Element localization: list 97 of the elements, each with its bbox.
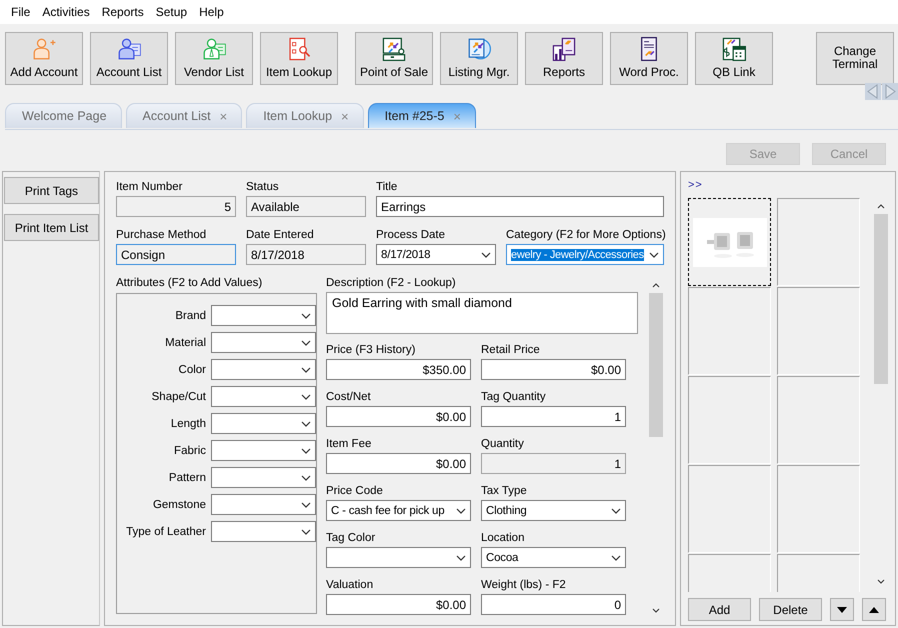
- chevron-icon: [456, 508, 466, 514]
- chevron-icon: [301, 312, 311, 318]
- input-field[interactable]: $0.00: [326, 453, 471, 474]
- toolbar-button[interactable]: Item Lookup: [260, 32, 338, 85]
- expand-link[interactable]: >>: [688, 179, 703, 193]
- move-down-button[interactable]: [830, 598, 854, 621]
- toolbar-button[interactable]: Listing Mgr.: [440, 32, 518, 85]
- input-field[interactable]: 0: [481, 594, 626, 615]
- text-area[interactable]: Gold Earring with small diamond: [326, 292, 638, 334]
- dropdown[interactable]: [211, 467, 316, 488]
- input-field[interactable]: Earrings: [376, 196, 664, 217]
- field-label: Brand: [174, 310, 206, 322]
- toolbar-button[interactable]: QB Link: [695, 32, 773, 85]
- chevron-icon: [481, 252, 491, 258]
- sidebar-button[interactable]: Print Item List: [4, 214, 99, 241]
- field-label: Process Date: [376, 228, 446, 242]
- chevron-icon: [301, 366, 311, 372]
- dropdown[interactable]: Cocoa: [481, 547, 626, 568]
- chevron-icon: [301, 394, 311, 400]
- menu-item[interactable]: File: [5, 5, 36, 19]
- photo-button[interactable]: Add: [688, 598, 751, 621]
- field-label: Purchase Method: [116, 228, 206, 242]
- chevron-icon: [456, 554, 466, 560]
- photo-button[interactable]: Delete: [759, 598, 822, 621]
- field-label: Gemstone: [152, 498, 206, 510]
- toolbar-button[interactable]: Word Proc.: [610, 32, 688, 85]
- dropdown[interactable]: [211, 494, 316, 515]
- field-label: Color: [178, 364, 206, 376]
- field-label: Date Entered: [246, 228, 314, 242]
- field-label: Fabric: [173, 444, 206, 456]
- toolbar-button[interactable]: Reports: [525, 32, 603, 85]
- tab[interactable]: Item Lookup ×: [246, 103, 364, 128]
- dropdown[interactable]: Clothing: [481, 500, 626, 521]
- toolbar-button[interactable]: Vendor List: [175, 32, 253, 85]
- field-label: Retail Price: [481, 343, 540, 357]
- dropdown[interactable]: [211, 305, 316, 326]
- tab[interactable]: Welcome Page: [5, 103, 122, 128]
- triangle-up-icon: [869, 606, 879, 612]
- chevron-icon: [611, 554, 621, 560]
- dropdown[interactable]: [211, 332, 316, 353]
- field-label: Title: [376, 180, 398, 194]
- field-label: Item Fee: [326, 437, 372, 451]
- toolbar-button[interactable]: Add Account: [5, 32, 83, 85]
- chevron-icon: [301, 474, 311, 480]
- input-field[interactable]: $0.00: [326, 406, 471, 427]
- field-label: Price Code: [326, 484, 383, 498]
- dropdown[interactable]: [211, 440, 316, 461]
- toolbar-button[interactable]: Account List: [90, 32, 168, 85]
- input-field[interactable]: 1: [481, 406, 626, 427]
- field-label: Item Number: [116, 180, 182, 194]
- chevron-icon: [611, 508, 621, 514]
- chevron-icon: [649, 252, 659, 258]
- field-label: Tax Type: [481, 484, 527, 498]
- photo-slot[interactable]: [688, 198, 771, 286]
- menu-item[interactable]: Setup: [150, 5, 194, 19]
- section-title: Attributes (F2 to Add Values): [116, 276, 262, 290]
- chevron-icon: [301, 448, 311, 454]
- field-label: Cost/Net: [326, 390, 371, 404]
- chevron-icon: [301, 420, 311, 426]
- triangle-down-icon: [837, 606, 847, 612]
- input-field[interactable]: $0.00: [326, 594, 471, 615]
- sidebar-button[interactable]: Print Tags: [4, 177, 99, 204]
- field-label: Pattern: [168, 472, 206, 484]
- dropdown[interactable]: [211, 413, 316, 434]
- field-label: Status: [246, 180, 279, 194]
- dropdown[interactable]: [211, 359, 316, 380]
- dropdown[interactable]: 8/17/2018: [376, 244, 496, 265]
- field-label: Category (F2 for More Options): [506, 228, 666, 242]
- field-label: Tag Color: [326, 531, 376, 545]
- menu-item[interactable]: Help: [193, 5, 230, 19]
- input-field[interactable]: $0.00: [481, 359, 626, 380]
- dropdown[interactable]: [326, 547, 471, 568]
- field-label: Quantity: [481, 437, 524, 451]
- dropdown[interactable]: [211, 386, 316, 407]
- field-label: Length: [170, 418, 206, 430]
- field-label: Description (F2 - Lookup): [326, 276, 457, 290]
- dropdown[interactable]: [211, 521, 316, 542]
- input-field[interactable]: $350.00: [326, 359, 471, 380]
- chevron-icon: [301, 528, 311, 534]
- dropdown[interactable]: C - cash fee for pick up: [326, 500, 471, 521]
- move-up-button[interactable]: [862, 598, 886, 621]
- field-label: Weight (lbs) - F2: [481, 578, 566, 592]
- field-label: Location: [481, 531, 524, 545]
- tab[interactable]: Item #25-5 ×: [368, 103, 476, 128]
- field-label: Price (F3 History): [326, 343, 416, 357]
- field-label: Material: [164, 336, 206, 348]
- field-label: Type of Leather: [125, 526, 206, 538]
- menu-item[interactable]: Reports: [96, 5, 150, 19]
- dropdown[interactable]: ewelry - Jewelry/Accessories: [506, 244, 664, 265]
- tab[interactable]: Account List ×: [126, 103, 242, 128]
- field-label: Shape/Cut: [150, 390, 206, 402]
- chevron-icon: [301, 340, 311, 346]
- toolbar-button[interactable]: Point of Sale: [355, 32, 433, 85]
- menu-item[interactable]: Activities: [36, 5, 96, 19]
- chevron-icon: [301, 502, 311, 508]
- field-label: Valuation: [326, 578, 374, 592]
- field-label: Tag Quantity: [481, 390, 546, 404]
